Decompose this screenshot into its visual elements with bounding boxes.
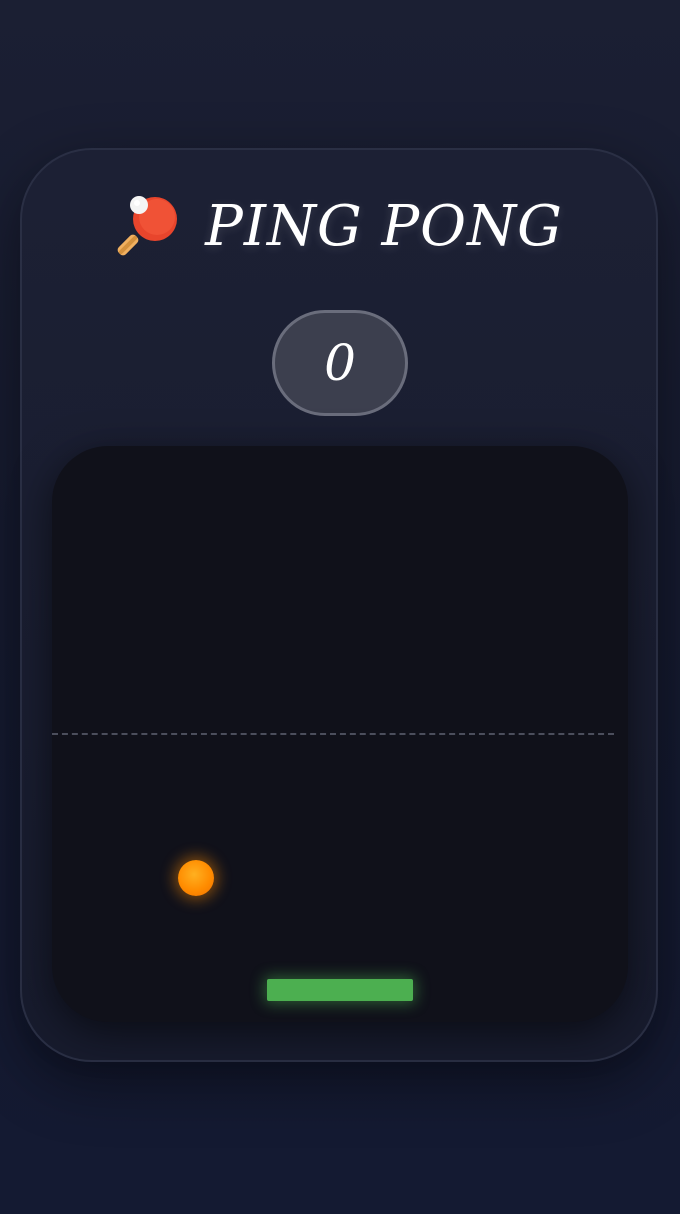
court-net-line (52, 733, 614, 735)
player-paddle[interactable] (267, 979, 413, 1001)
game-court[interactable] (52, 446, 628, 1022)
game-title: PING PONG (205, 193, 563, 259)
ball (178, 860, 214, 896)
ping-pong-paddle-icon (117, 196, 178, 256)
score-display: 0 (272, 310, 408, 416)
game-header: PING PONG (0, 186, 680, 266)
